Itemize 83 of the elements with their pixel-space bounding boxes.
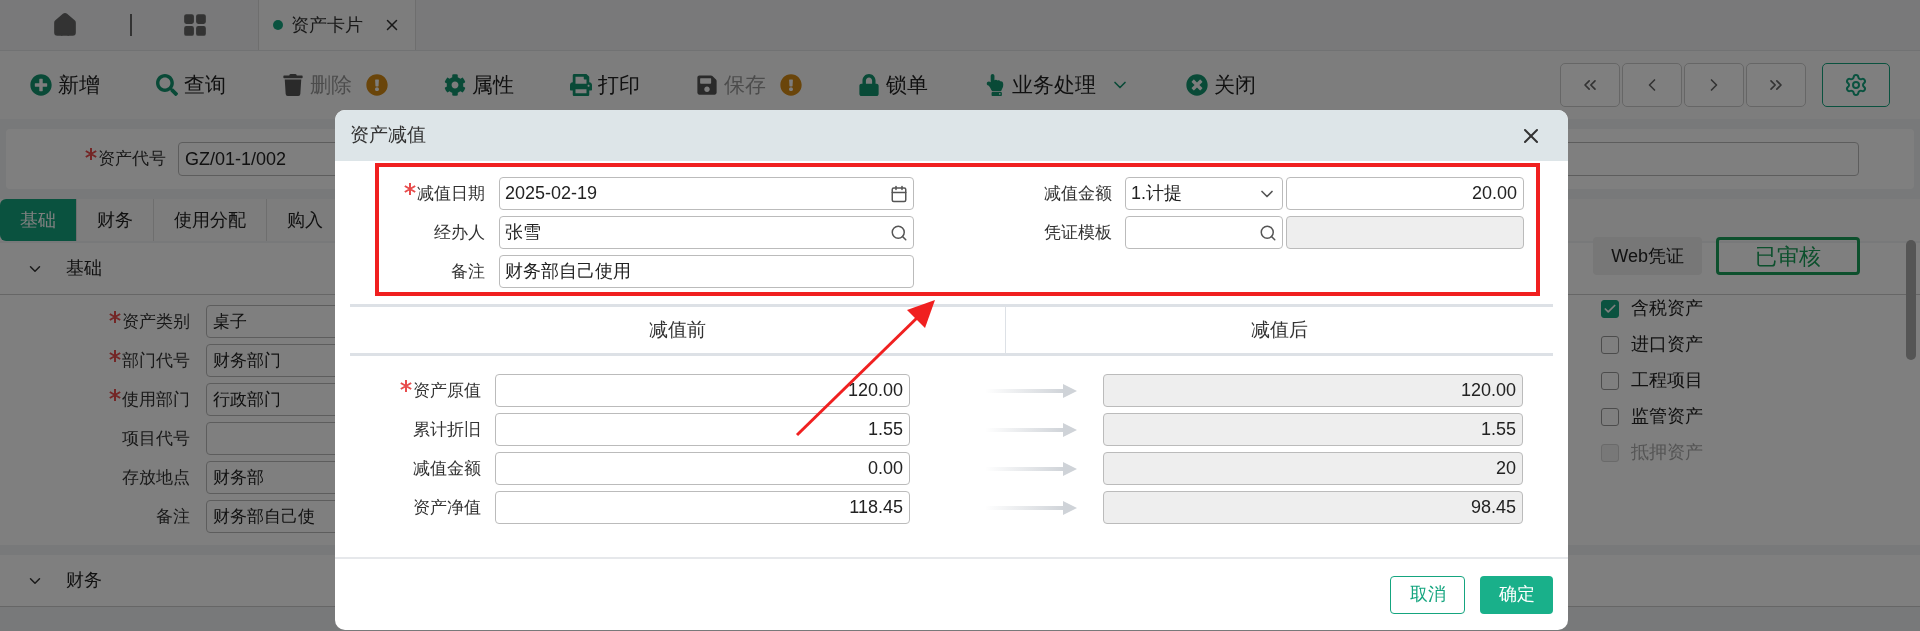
search-icon[interactable] bbox=[1259, 223, 1277, 242]
asterisk-icon bbox=[109, 310, 121, 323]
calendar-icon[interactable] bbox=[890, 184, 908, 203]
grid-icon bbox=[182, 12, 208, 38]
warning-icon bbox=[780, 74, 802, 96]
web-voucher-button[interactable]: Web凭证 bbox=[1593, 237, 1702, 275]
checkbox[interactable] bbox=[1601, 335, 1620, 354]
asterisk-icon bbox=[404, 182, 416, 195]
date-field[interactable]: 2025-02-19 bbox=[499, 177, 914, 210]
gear-icon bbox=[444, 74, 466, 96]
before-value-field[interactable]: 0.00 bbox=[495, 452, 910, 485]
asterisk-icon bbox=[109, 349, 121, 362]
asterisk-icon bbox=[109, 388, 121, 401]
field-label: 使用部门 bbox=[122, 388, 190, 411]
toolbar-button[interactable]: 打印 bbox=[570, 69, 640, 101]
handler-field[interactable]: 张雪 bbox=[499, 216, 914, 249]
type-dropdown[interactable]: 1.计提 bbox=[1125, 177, 1283, 210]
first-page-button[interactable] bbox=[1560, 63, 1620, 107]
toolbar-button[interactable]: 关闭 bbox=[1186, 69, 1256, 101]
after-value-field: 120.00 bbox=[1103, 374, 1523, 407]
field-label: 累计折旧 bbox=[413, 418, 481, 441]
field-label: 减值日期 bbox=[417, 182, 485, 205]
page-tab[interactable]: 资产卡片 bbox=[258, 0, 416, 50]
remark-field[interactable]: 财务部自己使用 bbox=[499, 255, 914, 288]
field-label: 存放地点 bbox=[122, 466, 190, 489]
checkbox-label: 工程项目 bbox=[1631, 369, 1704, 392]
field-label: 备注 bbox=[156, 505, 190, 528]
checkbox-label: 含税资产 bbox=[1631, 297, 1704, 320]
section-title: 财务 bbox=[66, 569, 102, 592]
checkbox-label: 进口资产 bbox=[1631, 333, 1704, 356]
asterisk-icon bbox=[85, 148, 97, 160]
field-label: 凭证模板 bbox=[1043, 221, 1112, 244]
printer-icon bbox=[570, 74, 592, 96]
before-value-field[interactable]: 120.00 bbox=[495, 374, 910, 407]
column-header: 减值后 bbox=[1250, 317, 1309, 342]
search-icon[interactable] bbox=[890, 223, 908, 242]
previous-button[interactable] bbox=[1622, 63, 1682, 107]
detail-tab[interactable]: 财务 bbox=[77, 199, 154, 241]
field-label: 资产代号 bbox=[98, 148, 166, 171]
after-value-field: 1.55 bbox=[1103, 413, 1523, 446]
detail-tab[interactable]: 使用分配 bbox=[154, 199, 267, 241]
next-button[interactable] bbox=[1684, 63, 1744, 107]
amount-field[interactable]: 20.00 bbox=[1286, 177, 1524, 210]
template-field[interactable] bbox=[1125, 216, 1283, 249]
trash-icon bbox=[282, 74, 304, 96]
checkbox[interactable] bbox=[1601, 371, 1620, 390]
toolbar-button[interactable]: 锁单 bbox=[858, 69, 928, 101]
home-icon bbox=[52, 12, 78, 38]
close-icon bbox=[1186, 74, 1208, 96]
toolbar-button[interactable]: 查询 bbox=[156, 69, 226, 101]
lock-icon bbox=[858, 74, 880, 96]
before-value-field[interactable]: 1.55 bbox=[495, 413, 910, 446]
checkbox[interactable] bbox=[1601, 407, 1620, 426]
search-icon bbox=[156, 74, 178, 96]
status-stamp: 已审核 bbox=[1716, 237, 1860, 275]
field-label: 项目代号 bbox=[122, 427, 190, 450]
scrollbar[interactable] bbox=[1906, 240, 1916, 360]
checkbox[interactable] bbox=[1601, 299, 1620, 318]
asterisk-icon bbox=[400, 379, 412, 392]
field-label: 资产类别 bbox=[122, 310, 190, 333]
ok-button[interactable]: 确定 bbox=[1480, 575, 1553, 614]
after-value-field: 20 bbox=[1103, 452, 1523, 485]
toolbar-button[interactable]: 新增 bbox=[30, 69, 100, 101]
warning-icon bbox=[366, 74, 388, 96]
after-value-field: 98.45 bbox=[1103, 491, 1523, 524]
checkbox-label: 监管资产 bbox=[1631, 405, 1704, 428]
field-label: 减值金额 bbox=[413, 457, 481, 480]
field-label: 经办人 bbox=[434, 221, 485, 244]
field-label: 部门代号 bbox=[122, 349, 190, 372]
field-label: 资产净值 bbox=[413, 496, 481, 519]
settings-icon bbox=[1844, 73, 1868, 97]
pointing-hand-icon bbox=[984, 74, 1006, 96]
last-page-button[interactable] bbox=[1746, 63, 1806, 107]
section-title: 基础 bbox=[66, 257, 102, 280]
cancel-button[interactable]: 取消 bbox=[1390, 575, 1465, 614]
toolbar-button[interactable]: 业务处理 bbox=[984, 69, 1130, 101]
field-label: 资产原值 bbox=[413, 379, 481, 402]
field-label: 减值金额 bbox=[1043, 182, 1112, 205]
toolbar-button[interactable]: 属性 bbox=[444, 69, 514, 101]
field-label: 备注 bbox=[451, 260, 485, 283]
settings-button[interactable] bbox=[1822, 63, 1890, 107]
detail-tab[interactable]: 基础 bbox=[0, 199, 77, 241]
before-value-field[interactable]: 118.45 bbox=[495, 491, 910, 524]
